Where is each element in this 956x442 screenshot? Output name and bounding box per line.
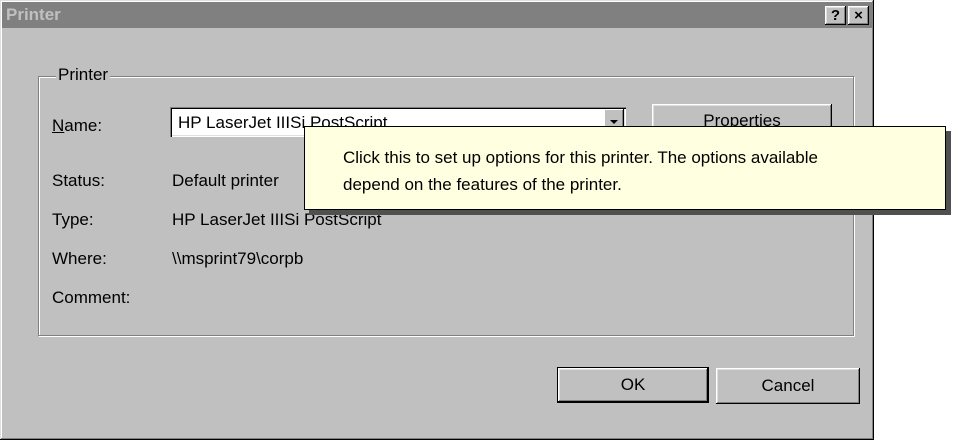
close-button[interactable]: ×: [848, 6, 869, 25]
name-label-text: ame:: [64, 116, 103, 135]
printer-group-label: Printer: [56, 65, 111, 85]
whats-this-tooltip: Click this to set up options for this pr…: [304, 126, 946, 210]
type-value: HP LaserJet IIISi PostScript: [172, 210, 382, 229]
printer-dialog: Printer ? × Printer Name: HP LaserJet II…: [0, 0, 874, 440]
tooltip-line-1: Click this to set up options for this pr…: [343, 148, 818, 167]
status-label: Status:: [52, 171, 105, 190]
comment-label: Comment:: [52, 288, 131, 307]
status-value: Default printer: [172, 171, 279, 190]
name-label-accelerator: N: [52, 116, 65, 135]
type-label: Type:: [52, 210, 94, 229]
where-label: Where:: [52, 249, 107, 268]
window-title: Printer: [6, 5, 61, 24]
ok-button[interactable]: OK: [557, 367, 709, 403]
help-button[interactable]: ?: [825, 6, 846, 25]
title-bar[interactable]: Printer ? ×: [2, 2, 872, 28]
where-value: \\msprint79\corpb: [172, 249, 304, 268]
name-label: Name:: [52, 116, 102, 136]
tooltip-line-2: depend on the features of the printer.: [343, 175, 622, 194]
cancel-button[interactable]: Cancel: [716, 368, 860, 404]
